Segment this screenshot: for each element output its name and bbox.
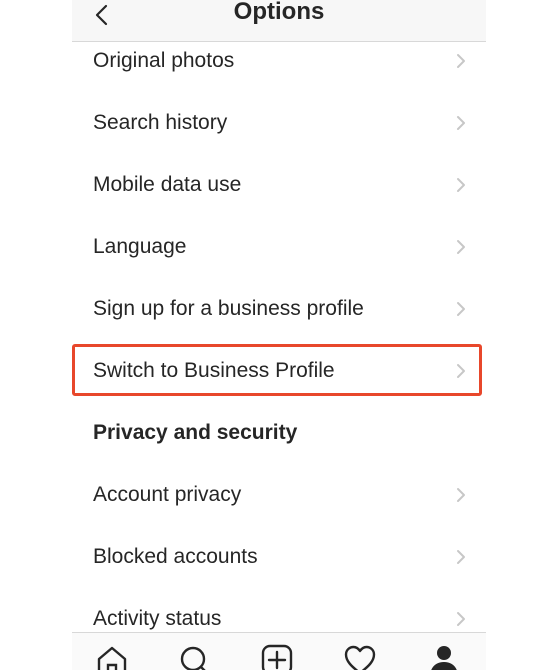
section-heading-label: Privacy and security: [93, 421, 298, 444]
tab-activity[interactable]: [342, 643, 378, 670]
new-post-icon: [261, 644, 293, 670]
chevron-right-icon: [454, 610, 468, 628]
row-blocked-accounts[interactable]: Blocked accounts: [72, 526, 486, 588]
row-original-photos[interactable]: Original photos: [72, 30, 486, 92]
chevron-right-icon: [454, 52, 468, 70]
row-switch-to-business-profile[interactable]: Switch to Business Profile: [72, 340, 486, 402]
row-language[interactable]: Language: [72, 216, 486, 278]
row-label: Search history: [93, 111, 228, 134]
profile-icon: [431, 646, 457, 670]
row-label: Account privacy: [93, 483, 242, 506]
row-label: Switch to Business Profile: [93, 359, 335, 382]
chevron-right-icon: [454, 362, 468, 380]
row-label: Blocked accounts: [93, 545, 258, 568]
row-account-privacy[interactable]: Account privacy: [72, 464, 486, 526]
row-sign-up-business-profile[interactable]: Sign up for a business profile: [72, 278, 486, 340]
chevron-right-icon: [454, 176, 468, 194]
row-label: Sign up for a business profile: [93, 297, 364, 320]
chevron-right-icon: [454, 114, 468, 132]
phone-screen: Options Original photos Search history M…: [72, 0, 486, 670]
activity-heart-icon: [344, 645, 376, 670]
chevron-right-icon: [454, 548, 468, 566]
chevron-right-icon: [454, 486, 468, 504]
row-label: Activity status: [93, 607, 222, 630]
home-icon: [97, 646, 127, 670]
row-label: Original photos: [93, 49, 235, 72]
tab-search[interactable]: [176, 643, 212, 670]
row-search-history[interactable]: Search history: [72, 92, 486, 154]
section-heading-privacy-security: Privacy and security: [72, 402, 486, 464]
chevron-right-icon: [454, 238, 468, 256]
row-label: Mobile data use: [93, 173, 242, 196]
tab-home[interactable]: [94, 643, 130, 670]
row-label: Language: [93, 235, 187, 258]
chevron-right-icon: [454, 300, 468, 318]
tab-profile[interactable]: [426, 643, 462, 670]
page-title: Options: [233, 0, 325, 25]
row-mobile-data-use[interactable]: Mobile data use: [72, 154, 486, 216]
search-icon: [180, 646, 206, 670]
bottom-tab-bar: [72, 632, 486, 670]
tab-new-post[interactable]: [259, 643, 295, 670]
